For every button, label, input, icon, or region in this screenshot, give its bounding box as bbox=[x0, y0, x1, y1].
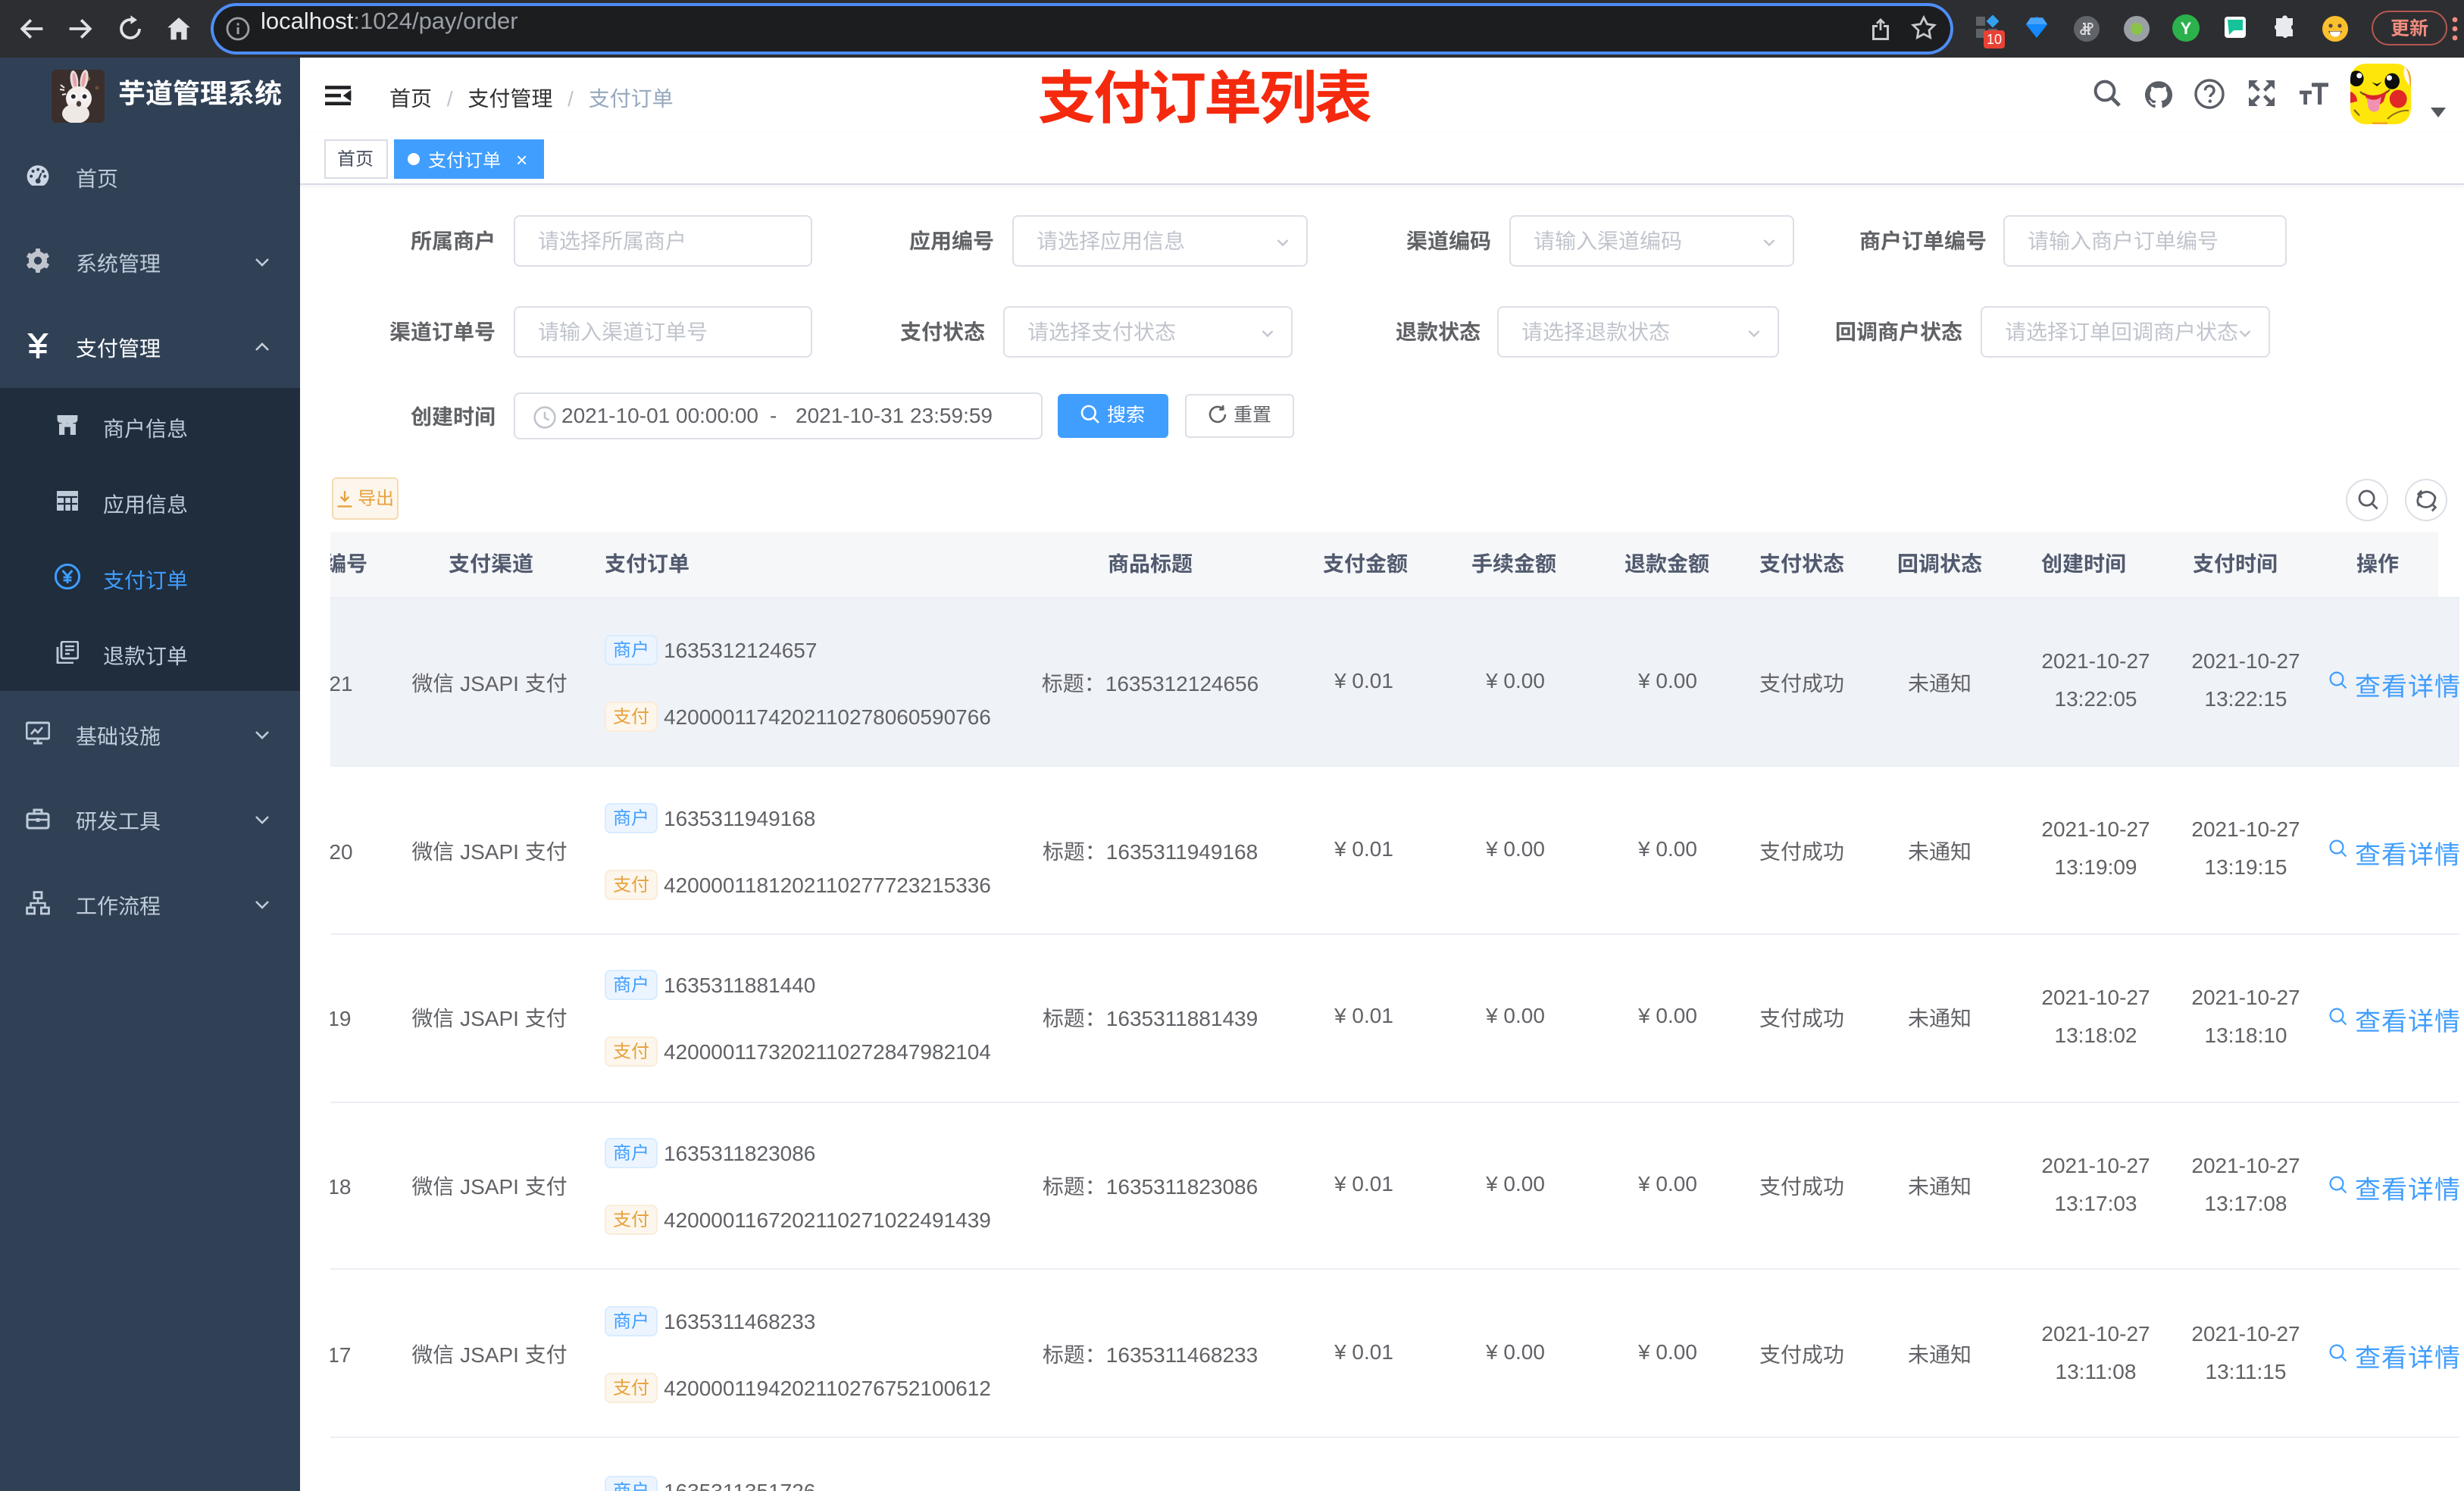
svg-text:Y: Y bbox=[2181, 19, 2192, 38]
